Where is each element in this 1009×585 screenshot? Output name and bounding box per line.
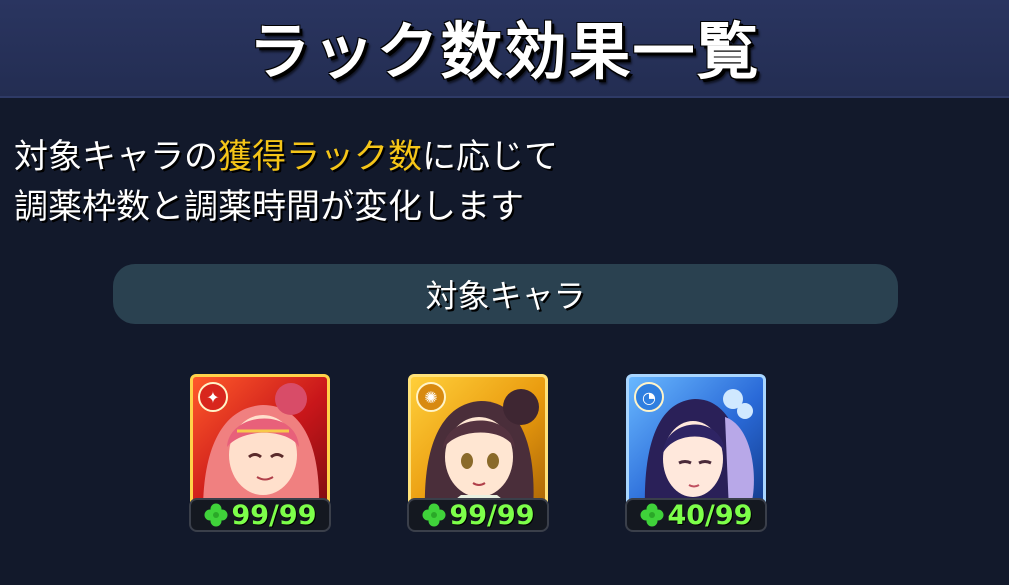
description-line-2: 調薬枠数と調薬時間が変化します [14, 187, 524, 227]
character-card[interactable]: ✦ 99/99 [189, 374, 331, 532]
character-portrait: ◔ [626, 374, 766, 514]
luck-value: 99/99 [231, 499, 317, 531]
luck-counter: 40/99 [625, 498, 767, 532]
light-element-icon: ✺ [416, 382, 446, 412]
description-text: に応じて [422, 137, 558, 177]
fire-element-icon: ✦ [198, 382, 228, 412]
luck-counter: 99/99 [189, 498, 331, 532]
luck-counter: 99/99 [407, 498, 549, 532]
water-element-icon: ◔ [634, 382, 664, 412]
character-portrait: ✦ [190, 374, 330, 514]
description-text: 対象キャラの [14, 137, 218, 177]
section-header: 対象キャラ [113, 264, 898, 324]
luck-value: 99/99 [449, 499, 535, 531]
description-highlight: 獲得ラック数 [218, 137, 422, 177]
character-card[interactable]: ◔ 40/99 [625, 374, 767, 532]
luck-value: 40/99 [667, 499, 753, 531]
description: 対象キャラの獲得ラック数に応じて 調薬枠数と調薬時間が変化します [14, 132, 558, 232]
character-card[interactable]: ✺ 99/99 [407, 374, 549, 532]
header-bar: ラック数効果一覧 [0, 0, 1009, 98]
clover-icon [640, 503, 664, 527]
character-portrait: ✺ [408, 374, 548, 514]
page-title: ラック数効果一覧 [248, 15, 761, 88]
clover-icon [204, 503, 228, 527]
description-line-1: 対象キャラの獲得ラック数に応じて [14, 132, 558, 182]
clover-icon [422, 503, 446, 527]
section-label: 対象キャラ [425, 277, 586, 315]
